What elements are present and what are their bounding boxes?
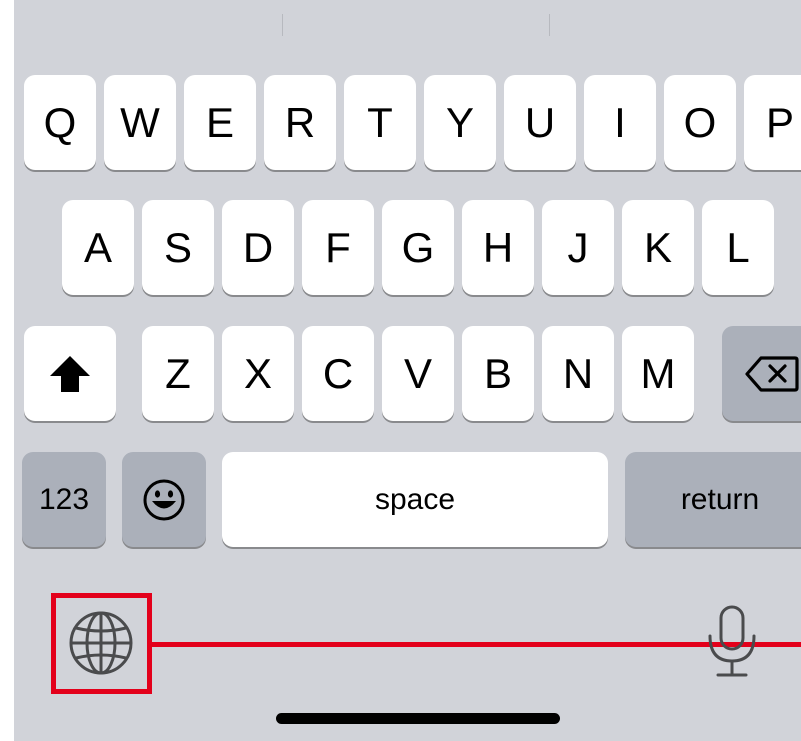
key-v[interactable]: V <box>382 326 454 421</box>
globe-icon <box>69 611 133 675</box>
key-j[interactable]: J <box>542 200 614 295</box>
return-key[interactable]: return <box>625 452 801 547</box>
suggestion-divider <box>549 14 550 36</box>
key-q[interactable]: Q <box>24 75 96 170</box>
key-e[interactable]: E <box>184 75 256 170</box>
key-b[interactable]: B <box>462 326 534 421</box>
key-m[interactable]: M <box>622 326 694 421</box>
key-n[interactable]: N <box>542 326 614 421</box>
key-f[interactable]: F <box>302 200 374 295</box>
emoji-key[interactable] <box>122 452 206 547</box>
suggestion-divider <box>282 14 283 36</box>
delete-key[interactable] <box>722 326 801 421</box>
delete-icon <box>745 355 799 392</box>
shift-icon <box>50 355 90 392</box>
microphone-icon <box>708 605 756 677</box>
key-p[interactable]: P <box>744 75 801 170</box>
key-w[interactable]: W <box>104 75 176 170</box>
key-z[interactable]: Z <box>142 326 214 421</box>
shift-key[interactable] <box>24 326 116 421</box>
key-a[interactable]: A <box>62 200 134 295</box>
key-g[interactable]: G <box>382 200 454 295</box>
space-key[interactable]: space <box>222 452 608 547</box>
dictation-button[interactable] <box>704 604 760 687</box>
key-r[interactable]: R <box>264 75 336 170</box>
key-k[interactable]: K <box>622 200 694 295</box>
key-h[interactable]: H <box>462 200 534 295</box>
key-t[interactable]: T <box>344 75 416 170</box>
key-u[interactable]: U <box>504 75 576 170</box>
key-o[interactable]: O <box>664 75 736 170</box>
emoji-icon <box>143 479 185 520</box>
key-c[interactable]: C <box>302 326 374 421</box>
key-d[interactable]: D <box>222 200 294 295</box>
home-indicator <box>276 713 560 724</box>
key-y[interactable]: Y <box>424 75 496 170</box>
key-x[interactable]: X <box>222 326 294 421</box>
globe-button[interactable] <box>66 608 136 683</box>
numbers-key[interactable]: 123 <box>22 452 106 547</box>
key-i[interactable]: I <box>584 75 656 170</box>
key-l[interactable]: L <box>702 200 774 295</box>
key-s[interactable]: S <box>142 200 214 295</box>
